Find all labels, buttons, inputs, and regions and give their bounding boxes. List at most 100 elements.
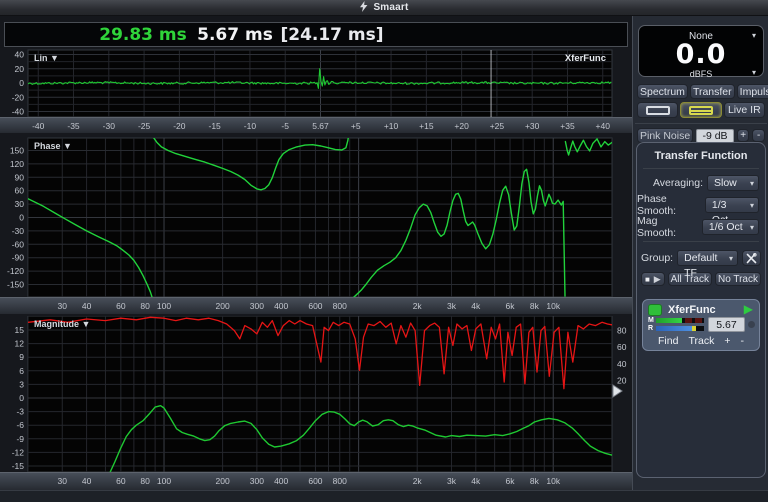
divider <box>643 241 759 242</box>
meter-source-select[interactable]: None <box>689 31 713 42</box>
single-pane-view-button[interactable] <box>637 102 679 118</box>
svg-text:-30: -30 <box>12 226 25 236</box>
svg-text:400: 400 <box>274 476 288 486</box>
split-pane-view-button[interactable] <box>680 102 722 118</box>
svg-text:0: 0 <box>19 213 24 223</box>
transport-buttons[interactable]: ■ ▶ <box>641 272 665 286</box>
tab-impulse[interactable]: Impulse <box>736 84 768 99</box>
tools-icon <box>746 252 757 263</box>
view-tabs: Spectrum Transfer Impulse <box>637 84 768 99</box>
svg-text:0: 0 <box>19 393 24 403</box>
transfer-function-panel: Transfer Function Averaging: Slow ▾ Phase… <box>636 142 766 478</box>
lightning-bolt-icon <box>359 0 368 17</box>
mag-smooth-label: Mag Smooth: <box>637 215 677 239</box>
svg-text:800: 800 <box>333 301 347 311</box>
bracket-delay-value: [24.17 ms] <box>280 25 384 45</box>
group-select[interactable]: Default TF ▾ <box>677 250 738 279</box>
track-name: XferFunc <box>668 304 716 316</box>
svg-text:5.67: 5.67 <box>312 121 329 131</box>
meter-unit-select[interactable]: dBFS <box>690 69 713 79</box>
tab-spectrum[interactable]: Spectrum <box>637 84 688 99</box>
window-title: Smaart <box>373 2 409 13</box>
delay-minus-button[interactable]: - <box>740 335 744 347</box>
svg-text:60: 60 <box>116 476 126 486</box>
svg-text:200: 200 <box>216 301 230 311</box>
svg-text:400: 400 <box>274 301 288 311</box>
track-play-icon[interactable]: ▶ <box>744 302 753 316</box>
svg-text:-120: -120 <box>7 266 24 276</box>
impulse-response-chart[interactable]: -40 -35 -30 -25 -20 -15 -10 -5 5.67 +5 +10 +15 +20 +2… <box>0 48 632 133</box>
svg-text:4k: 4k <box>471 476 481 486</box>
svg-text:80: 80 <box>617 326 627 336</box>
svg-text:9: 9 <box>19 352 24 362</box>
svg-text:+25: +25 <box>490 121 505 131</box>
live-ir-button[interactable]: Live IR <box>723 102 765 118</box>
title-bar[interactable]: Smaart <box>0 0 768 16</box>
panel-title: Transfer Function <box>654 150 748 162</box>
svg-text:300: 300 <box>250 476 264 486</box>
chevron-down-icon[interactable]: ▾ <box>752 31 756 40</box>
svg-text:150: 150 <box>10 145 24 155</box>
svg-text:90: 90 <box>15 172 25 182</box>
svg-text:0: 0 <box>19 78 24 88</box>
averaging-select[interactable]: Slow ▾ <box>707 175 759 191</box>
phase-chart[interactable]: 30 40 60 80 100 200 300 400 600 800 2k 3k 4k 6k 8k 10k 1… <box>0 133 632 316</box>
no-track-button[interactable]: No Track <box>714 272 761 286</box>
delay-plus-button[interactable]: + <box>724 335 730 347</box>
svg-text:-9: -9 <box>16 434 24 444</box>
reference-meter <box>656 326 704 331</box>
svg-text:300: 300 <box>250 301 264 311</box>
svg-text:80: 80 <box>140 301 150 311</box>
svg-text:+15: +15 <box>419 121 434 131</box>
svg-text:6k: 6k <box>506 301 516 311</box>
svg-text:40: 40 <box>82 476 92 486</box>
svg-text:+40: +40 <box>596 121 611 131</box>
svg-text:8k: 8k <box>530 476 540 486</box>
magnitude-chart[interactable]: 30 40 60 80 100 200 300 400 600 800 2k 3k 4k 6k 8k 10k 1… <box>0 316 632 490</box>
phase-smooth-label: Phase Smooth: <box>637 193 677 217</box>
tab-transfer[interactable]: Transfer <box>689 84 735 99</box>
control-sidebar: None ▾ 0.0 dBFS ▾ Spectrum Transfer Impu… <box>632 16 768 490</box>
pink-noise-button[interactable]: Pink Noise <box>637 128 694 143</box>
svg-text:60: 60 <box>617 342 627 352</box>
svg-text:Phase ▼: Phase ▼ <box>34 141 72 151</box>
svg-text:-20: -20 <box>12 92 25 102</box>
svg-text:XferFunc: XferFunc <box>565 53 606 64</box>
track-button[interactable]: Track <box>688 335 714 347</box>
group-settings-button[interactable] <box>742 250 761 266</box>
meter-r-label: R <box>648 325 654 332</box>
svg-text:-60: -60 <box>12 239 25 249</box>
svg-text:-30: -30 <box>103 121 116 131</box>
chevron-down-icon: ▾ <box>749 179 754 188</box>
track-color-swatch[interactable] <box>648 304 662 316</box>
find-button[interactable]: Find <box>658 335 678 347</box>
level-increase-button[interactable]: + <box>736 129 750 142</box>
found-delay-value: 29.83 ms <box>99 25 187 45</box>
svg-text:+30: +30 <box>525 121 540 131</box>
level-decrease-button[interactable]: - <box>752 129 765 142</box>
single-pane-icon <box>645 105 670 115</box>
svg-text:40: 40 <box>15 50 25 60</box>
svg-text:+20: +20 <box>454 121 469 131</box>
play-icon[interactable]: ▶ <box>654 274 661 285</box>
svg-text:15: 15 <box>15 325 25 335</box>
svg-text:800: 800 <box>333 476 347 486</box>
svg-text:100: 100 <box>157 301 171 311</box>
svg-text:-20: -20 <box>173 121 186 131</box>
svg-text:-25: -25 <box>138 121 151 131</box>
svg-text:-3: -3 <box>16 407 24 417</box>
svg-text:12: 12 <box>15 339 25 349</box>
measurement-meter <box>656 318 704 323</box>
svg-text:+35: +35 <box>560 121 575 131</box>
input-level-meter[interactable]: None ▾ 0.0 dBFS ▾ <box>638 25 764 79</box>
mag-smooth-select[interactable]: 1/6 Oct ▾ <box>701 219 759 235</box>
svg-text:-6: -6 <box>16 420 24 430</box>
stop-icon[interactable]: ■ <box>645 275 650 284</box>
xferfunc-track-tile[interactable]: XferFunc ▶ M R 5.67 Find Track + - <box>642 299 760 351</box>
generator-level-field[interactable]: -9 dB <box>696 128 734 143</box>
track-delay-field[interactable]: 5.67 <box>708 317 745 332</box>
svg-text:+10: +10 <box>384 121 399 131</box>
svg-text:30: 30 <box>58 476 68 486</box>
phase-smooth-select[interactable]: 1/3 Oct▾ <box>704 197 759 226</box>
chevron-down-icon[interactable]: ▾ <box>752 68 756 77</box>
